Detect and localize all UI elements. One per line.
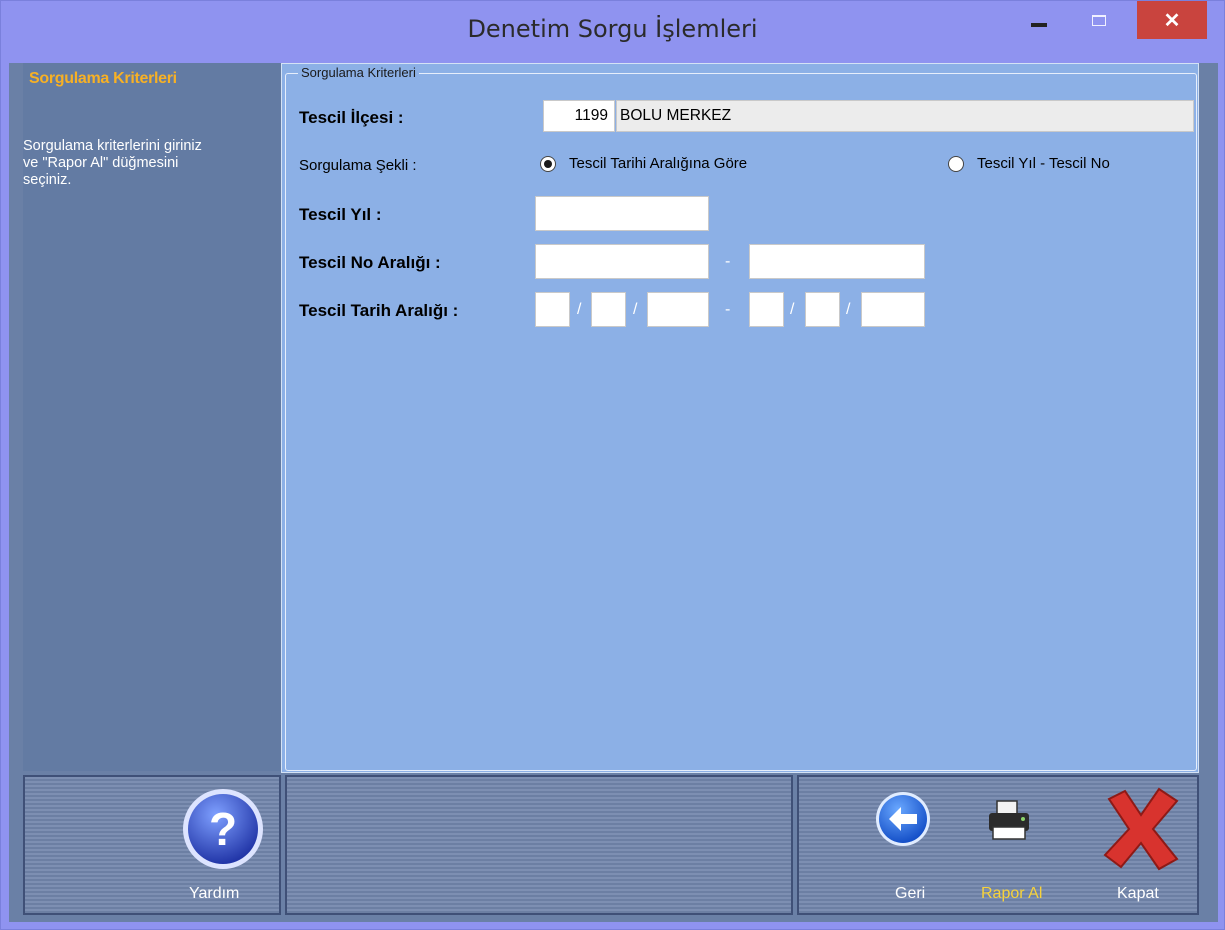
help-label[interactable]: Yardım — [189, 885, 239, 903]
criteria-group-box — [285, 73, 1197, 771]
close-window-button[interactable]: ✕ — [1137, 1, 1207, 39]
maximize-icon — [1091, 14, 1106, 26]
help-line: ve "Rapor Al" düğmesini — [23, 155, 179, 171]
date-to-month-input[interactable] — [805, 292, 840, 327]
help-line: Sorgulama kriterlerini giriniz — [23, 138, 202, 154]
tescil-yil-label: Tescil Yıl : — [299, 205, 382, 224]
close-label[interactable]: Kapat — [1117, 885, 1159, 903]
radio-year-no-label[interactable]: Tescil Yıl - Tescil No — [977, 155, 1110, 172]
svg-text:?: ? — [209, 803, 237, 855]
minimize-button[interactable] — [1016, 1, 1061, 39]
date-separator: / — [577, 301, 582, 318]
side-info-panel: Sorgulama Kriterleri Sorgulama kriterler… — [23, 63, 285, 771]
action-toolbar: Geri Rapor Al Kapat — [797, 775, 1199, 915]
range-separator: - — [725, 253, 731, 270]
date-separator: / — [633, 301, 638, 318]
close-icon: ✕ — [1163, 9, 1181, 32]
radio-year-no[interactable] — [948, 156, 964, 172]
back-arrow-icon — [876, 792, 930, 846]
red-x-icon — [1103, 787, 1179, 871]
minimize-icon — [1030, 23, 1047, 27]
title-bar[interactable]: Denetim Sorgu İşlemleri ✕ — [1, 1, 1224, 61]
question-icon: ? — [183, 789, 263, 869]
sorgulama-sekli-label: Sorgulama Şekli : — [299, 157, 417, 174]
tescil-yil-input[interactable] — [535, 196, 709, 231]
date-from-month-input[interactable] — [591, 292, 626, 327]
range-separator: - — [725, 301, 731, 318]
status-toolbar — [285, 775, 793, 915]
maximize-button[interactable] — [1076, 1, 1121, 39]
client-area: Sorgulama Kriterleri Sorgulama kriterler… — [9, 63, 1218, 922]
ilce-code-field[interactable]: 1199 — [543, 100, 615, 132]
side-panel-heading: Sorgulama Kriterleri — [29, 70, 177, 87]
tescil-no-to-input[interactable] — [749, 244, 925, 279]
date-from-day-input[interactable] — [535, 292, 570, 327]
help-toolbar: ? Yardım — [23, 775, 281, 915]
date-separator: / — [790, 301, 795, 318]
report-button[interactable] — [983, 799, 1035, 848]
date-to-day-input[interactable] — [749, 292, 784, 327]
criteria-group-label: Sorgulama Kriterleri — [298, 65, 419, 80]
help-line: seçiniz. — [23, 172, 72, 188]
date-separator: / — [846, 301, 851, 318]
help-button[interactable]: ? — [179, 785, 267, 878]
back-button[interactable] — [875, 787, 931, 856]
tescil-ilcesi-label: Tescil İlçesi : — [299, 108, 404, 127]
close-button[interactable] — [1099, 785, 1183, 876]
tescil-no-from-input[interactable] — [535, 244, 709, 279]
ilce-name-field: BOLU MERKEZ — [616, 100, 1194, 132]
side-panel-help-text: Sorgulama kriterlerini giriniz ve "Rapor… — [23, 138, 281, 189]
date-to-year-input[interactable] — [861, 292, 925, 327]
report-label[interactable]: Rapor Al — [981, 885, 1042, 903]
printer-icon — [989, 800, 1029, 840]
app-window: Denetim Sorgu İşlemleri ✕ Sorgulama Krit… — [0, 0, 1225, 930]
tescil-no-label: Tescil No Aralığı : — [299, 253, 441, 272]
tescil-tarih-label: Tescil Tarih Aralığı : — [299, 301, 459, 320]
radio-date-range[interactable] — [540, 156, 556, 172]
back-label[interactable]: Geri — [895, 885, 925, 903]
date-from-year-input[interactable] — [647, 292, 709, 327]
radio-date-range-label[interactable]: Tescil Tarihi Aralığına Göre — [569, 155, 747, 172]
